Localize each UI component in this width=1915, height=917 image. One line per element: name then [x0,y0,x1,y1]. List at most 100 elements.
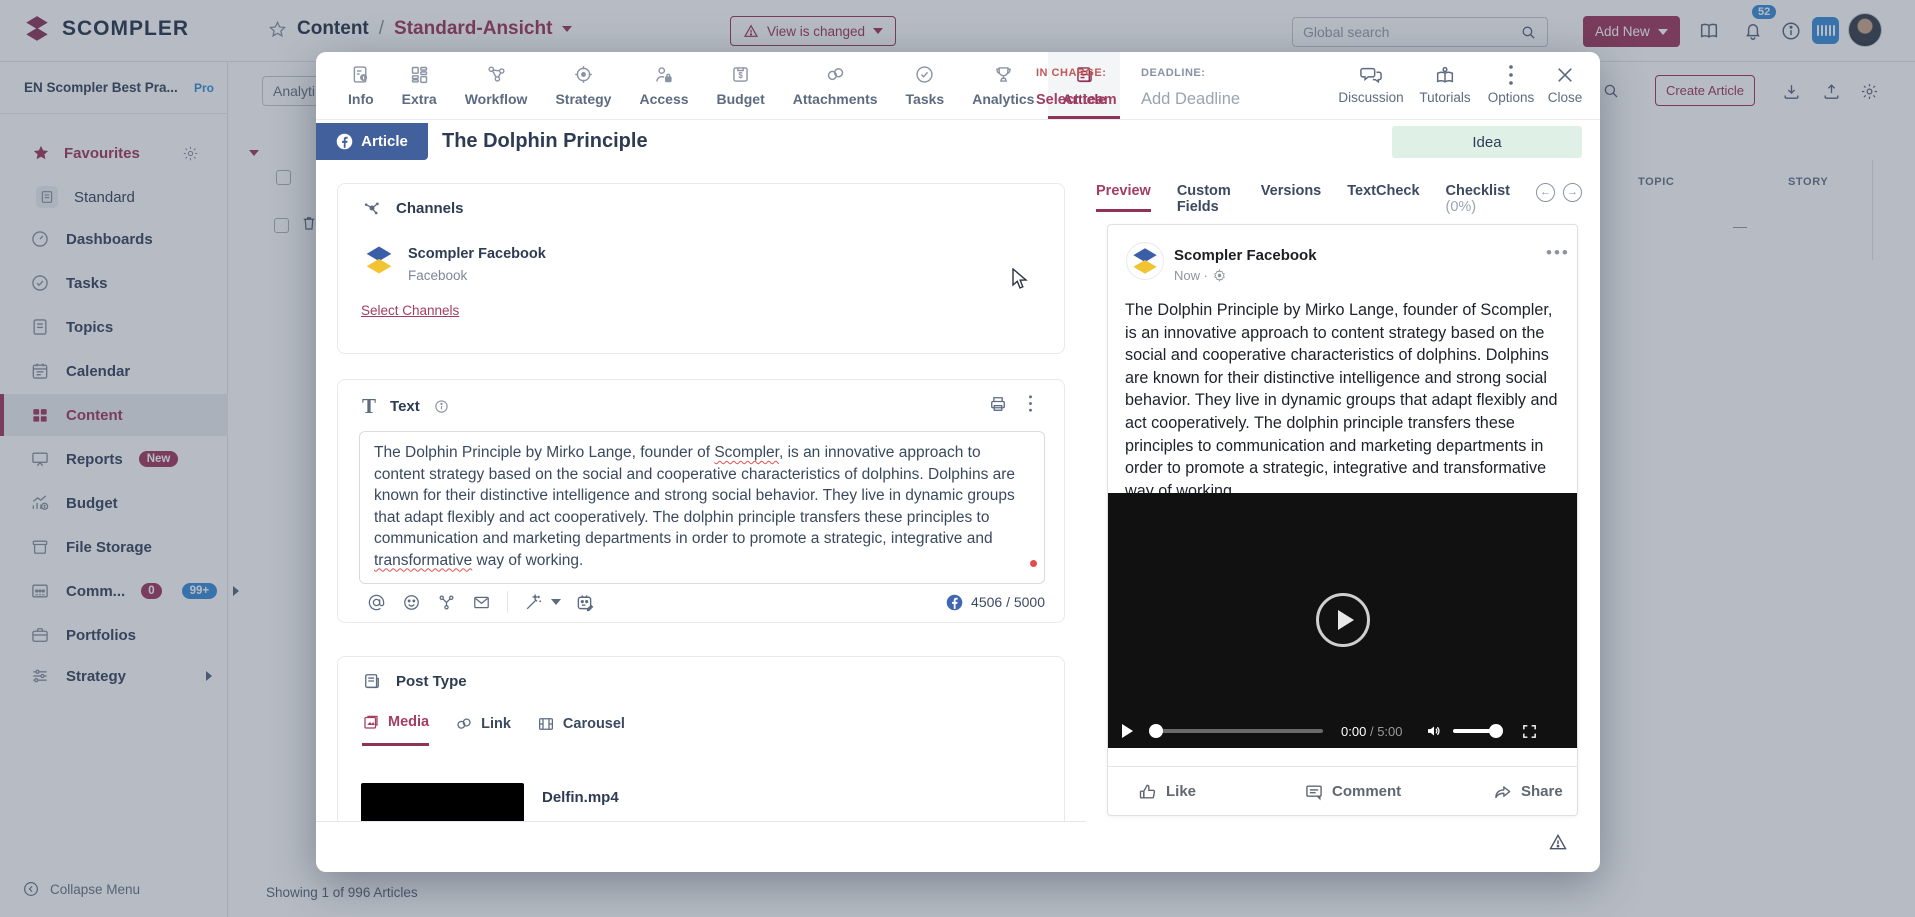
checklist-label: Checklist [1446,183,1510,199]
video-controls: 0:00 / 5:00 [1108,714,1577,748]
post-type-tab-label: Media [388,714,429,730]
post-menu-dots-icon[interactable]: ••• [1546,243,1570,263]
media-icon [362,713,380,731]
tab-article[interactable]: Article [1048,52,1120,119]
select-channels-link[interactable]: Select Channels [361,303,459,318]
tab-label: Access [639,91,688,107]
tab-checklist[interactable]: Checklist (0%) [1446,183,1510,225]
play-icon[interactable] [1122,724,1133,738]
progress-handle[interactable] [1149,724,1163,738]
play-icon [1338,610,1354,630]
mention-icon[interactable] [359,593,394,612]
ai-writer-robot-icon[interactable] [567,592,602,613]
toolbar-divider [507,591,508,613]
tab-extra[interactable]: Extra [388,52,451,119]
post-type-tab-media[interactable]: Media [362,713,429,746]
action-label: Tutorials [1419,90,1470,105]
arrow-right-icon[interactable]: → [1563,183,1582,202]
page-name: Scompler Facebook [1174,247,1317,264]
video-time: 0:00 / 5:00 [1341,724,1403,739]
close-button[interactable]: Close [1528,64,1602,105]
chevron-down-icon[interactable] [551,599,561,605]
share-arrow-icon [1493,782,1513,802]
tab-versions[interactable]: Versions [1261,183,1321,209]
channels-header: Channels [362,198,464,218]
post-actions-bar: Like Comment Share [1108,766,1577,816]
variables-icon[interactable] [429,593,464,612]
emoji-icon[interactable] [394,593,429,612]
share-button[interactable]: Share [1493,782,1563,802]
media-thumbnail[interactable] [361,783,524,822]
print-icon[interactable] [988,394,1008,414]
tab-label: Info [348,91,374,107]
carousel-film-icon [537,715,555,733]
video-player[interactable]: 0:00 / 5:00 [1108,493,1577,748]
misspelled-word: Scompler [714,444,779,461]
info-icon[interactable] [434,399,449,414]
tab-label: Attachments [793,91,878,107]
post-type-tab-label: Carousel [563,716,625,732]
post-text-editor[interactable]: The Dolphin Principle by Mirko Lange, fo… [359,431,1045,584]
post-type-tab-link[interactable]: Link [455,713,511,746]
select-team-link[interactable]: Select team [1036,92,1117,108]
channel-logo[interactable] [361,242,397,278]
volume-handle[interactable] [1489,724,1503,738]
tab-textcheck[interactable]: TextCheck [1347,183,1419,209]
target-icon [573,64,594,85]
tab-budget[interactable]: $ Budget [703,52,779,119]
volume-slider[interactable] [1453,729,1501,733]
tab-analytics[interactable]: Analytics [958,52,1048,119]
info-document-icon [350,64,371,85]
discussion-bubbles-icon [1359,64,1383,86]
tab-info[interactable]: Info [334,52,388,119]
validation-warning-icon[interactable] [1548,832,1568,852]
post-type-title: Post Type [396,673,467,690]
misspelled-word: transformative [374,552,472,569]
chain-link-icon [825,64,846,85]
like-button[interactable]: Like [1138,782,1196,802]
workflow-nodes-icon [486,64,507,85]
user-lock-icon [653,64,674,85]
post-body-text: The Dolphin Principle by Mirko Lange, fo… [1125,299,1565,502]
status-badge[interactable]: Idea [1392,126,1582,158]
email-icon[interactable] [464,593,499,612]
tab-strategy[interactable]: Strategy [541,52,625,119]
action-label: Close [1548,90,1583,105]
arrow-left-icon[interactable]: ← [1536,183,1555,202]
tab-access[interactable]: Access [625,52,702,119]
post-type-tabs: Media Link Carousel [362,713,625,746]
checklist-percentage: (0%) [1446,199,1477,215]
tab-attachments[interactable]: Attachments [779,52,892,119]
text-card: T Text The Dolphin Principle by Mirko La… [337,379,1065,623]
tab-custom-fields[interactable]: Custom Fields [1177,183,1235,225]
comment-label: Comment [1332,783,1401,800]
tutorials-book-icon [1434,64,1456,86]
comment-button[interactable]: Comment [1304,782,1401,802]
discussion-button[interactable]: Discussion [1334,64,1408,105]
fullscreen-icon[interactable] [1521,723,1538,740]
add-deadline-link[interactable]: Add Deadline [1141,90,1240,109]
tutorials-button[interactable]: Tutorials [1408,64,1482,105]
media-file-name: Delfin.mp4 [542,789,619,806]
play-button-overlay[interactable] [1316,593,1370,647]
tab-tasks[interactable]: Tasks [892,52,959,119]
current-time: 0:00 [1341,724,1366,739]
video-progress-bar[interactable] [1151,729,1323,733]
tab-preview[interactable]: Preview [1096,183,1151,212]
mute-speaker-icon[interactable] [1425,722,1443,740]
text-options-kebab-icon[interactable] [1028,394,1033,413]
facebook-icon [336,133,353,150]
post-type-header: Post Type [362,671,467,691]
ai-magic-wand-icon[interactable] [516,593,551,612]
tab-label: Extra [402,91,437,107]
post-time: Now · [1174,268,1226,283]
newspaper-icon [362,671,382,691]
post-type-tab-label: Link [481,716,511,732]
deadline-label: DEADLINE: [1141,67,1205,79]
post-type-tab-carousel[interactable]: Carousel [537,713,625,746]
article-title[interactable]: The Dolphin Principle [442,130,648,153]
text-type-icon: T [362,394,376,419]
channel-name: Scompler Facebook [408,246,546,262]
tab-workflow[interactable]: Workflow [451,52,542,119]
duration: 5:00 [1377,724,1402,739]
